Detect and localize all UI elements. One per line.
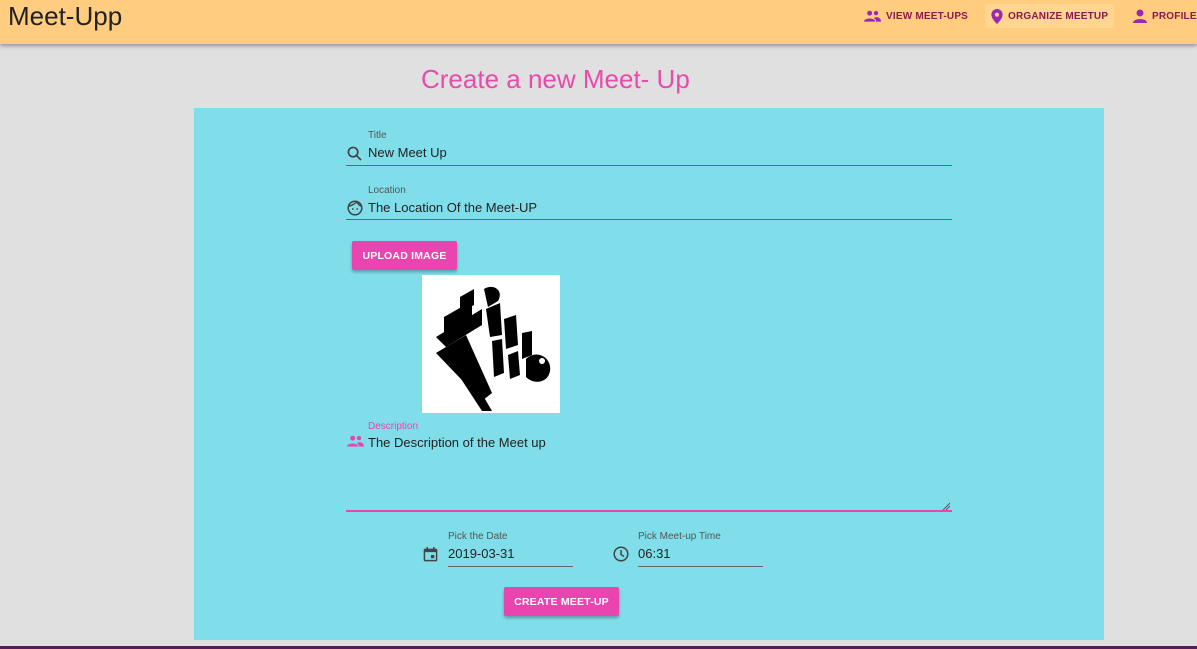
location-field[interactable]: Location The Location Of the Meet-UP xyxy=(346,185,952,223)
view-meetups-button[interactable]: VIEW MEET-UPS xyxy=(864,4,968,28)
location-input[interactable]: The Location Of the Meet-UP xyxy=(368,200,537,215)
app-title[interactable]: Meet-Upp xyxy=(8,1,122,32)
image-preview xyxy=(422,275,560,413)
time-input[interactable]: 06:31 xyxy=(638,546,671,561)
zebra-logo-image xyxy=(436,286,551,411)
description-textarea[interactable]: The Description of the Meet up xyxy=(368,435,546,450)
clock-icon xyxy=(613,546,629,562)
calendar-icon xyxy=(423,546,438,562)
time-label: Pick Meet-up Time xyxy=(638,531,721,542)
create-meetup-button[interactable]: CREATE MEET-UP xyxy=(504,587,619,616)
title-underline xyxy=(346,165,952,166)
view-meetups-label: VIEW MEET-UPS xyxy=(886,10,969,22)
top-toolbar: Meet-Upp VIEW MEET-UPS ORGANIZE MEETUP P… xyxy=(0,0,1197,44)
people-icon xyxy=(347,435,364,447)
date-field[interactable]: Pick the Date 2019-03-31 xyxy=(422,531,573,569)
description-label: Description xyxy=(368,421,419,432)
date-input[interactable]: 2019-03-31 xyxy=(448,546,515,561)
title-field[interactable]: Title New Meet Up xyxy=(346,130,952,168)
person-icon xyxy=(1133,9,1147,23)
location-underline xyxy=(346,219,952,220)
description-field[interactable]: Description The Description of the Meet … xyxy=(346,420,952,513)
time-underline xyxy=(638,566,763,567)
date-underline xyxy=(448,566,573,567)
organize-meetup-label: ORGANIZE MEETUP xyxy=(1008,10,1109,22)
title-label: Title xyxy=(368,130,387,141)
upload-image-button[interactable]: UPLOAD IMAGE xyxy=(352,241,457,270)
page-title: Create a new Meet- Up xyxy=(421,64,690,94)
date-label: Pick the Date xyxy=(448,531,508,542)
profile-button[interactable]: PROFILE xyxy=(1133,4,1197,28)
description-underline xyxy=(346,510,952,512)
people-icon xyxy=(864,10,881,22)
location-pin-icon xyxy=(991,8,1003,24)
search-icon xyxy=(347,146,362,161)
location-label: Location xyxy=(368,185,406,196)
organize-meetup-button[interactable]: ORGANIZE MEETUP xyxy=(985,4,1115,28)
profile-label: PROFILE xyxy=(1152,10,1197,22)
resize-handle-icon[interactable] xyxy=(942,502,950,510)
title-input[interactable]: New Meet Up xyxy=(368,145,447,160)
face-icon xyxy=(347,200,363,216)
time-field[interactable]: Pick Meet-up Time 06:31 xyxy=(612,531,763,569)
